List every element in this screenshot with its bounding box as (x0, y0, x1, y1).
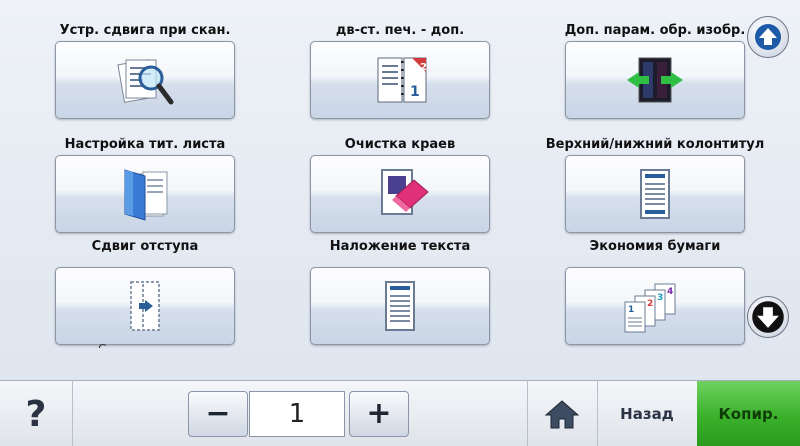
duplex-button[interactable]: 2 1 (310, 41, 490, 119)
advanced-imaging-icon (627, 57, 683, 103)
home-icon (544, 400, 580, 429)
option-label: Очистка краев (344, 137, 456, 152)
option-label: дв-ст. печ. - доп. (335, 23, 465, 38)
minus-icon: − (205, 396, 231, 431)
arrow-up-icon (755, 24, 781, 50)
divider (72, 381, 73, 446)
copy-start-button[interactable]: Копир. (697, 381, 800, 446)
option-label: Верхний/нижний колонтитул (545, 137, 765, 152)
edge-erase-icon (381, 169, 429, 215)
paper-saver-button[interactable]: 4 3 2 1 (565, 267, 745, 345)
svg-text:2: 2 (420, 62, 427, 73)
margin-shift-icon (130, 281, 160, 331)
overlay-text-icon (385, 281, 415, 331)
scroll-down-button[interactable] (747, 296, 789, 338)
home-button[interactable] (527, 381, 597, 446)
header-footer-icon (640, 169, 670, 219)
edge-erase-button[interactable] (310, 155, 490, 233)
option-label: Наложение текста (329, 239, 471, 254)
option-label: Экономия бумаги (589, 239, 721, 254)
bottom-toolbar: ? − 1 + Назад Копир. (0, 380, 800, 446)
header-footer-button[interactable] (565, 155, 745, 233)
svg-text:4: 4 (667, 287, 673, 297)
copy-options-screen: Устр. сдвига при скан. дв-ст. печ. - доп… (0, 0, 800, 446)
duplex-pages-icon: 2 1 (377, 57, 427, 103)
decrease-button[interactable]: − (188, 391, 248, 437)
option-label: Устр. сдвига при скан. (59, 23, 231, 38)
svg-text:3: 3 (657, 293, 663, 303)
option-label: Доп. парам. обр. изобр. (564, 23, 746, 38)
help-button[interactable]: ? (0, 381, 72, 446)
svg-text:1: 1 (410, 84, 420, 100)
arrow-down-icon (752, 301, 784, 333)
copies-quantity-field[interactable]: 1 (249, 391, 345, 437)
cover-page-button[interactable] (55, 155, 235, 233)
scan-skew-magnifier-icon (117, 59, 174, 105)
margin-shift-button[interactable] (55, 267, 235, 345)
scan-skew-button[interactable] (55, 41, 235, 119)
back-button[interactable]: Назад (597, 381, 697, 446)
overlay-text-button[interactable] (310, 267, 490, 345)
paper-saver-icon: 4 3 2 1 (624, 283, 676, 333)
option-label: Сдвиг отступа (91, 239, 199, 254)
plus-icon: + (366, 396, 392, 431)
partial-label-text: С (98, 342, 118, 348)
option-label: Настройка тит. листа (64, 137, 226, 152)
advanced-imaging-button[interactable] (565, 41, 745, 119)
cover-page-icon (124, 169, 168, 221)
increase-button[interactable]: + (349, 391, 409, 437)
svg-text:1: 1 (628, 305, 634, 315)
svg-text:2: 2 (647, 299, 653, 309)
scroll-up-button[interactable] (747, 16, 789, 58)
